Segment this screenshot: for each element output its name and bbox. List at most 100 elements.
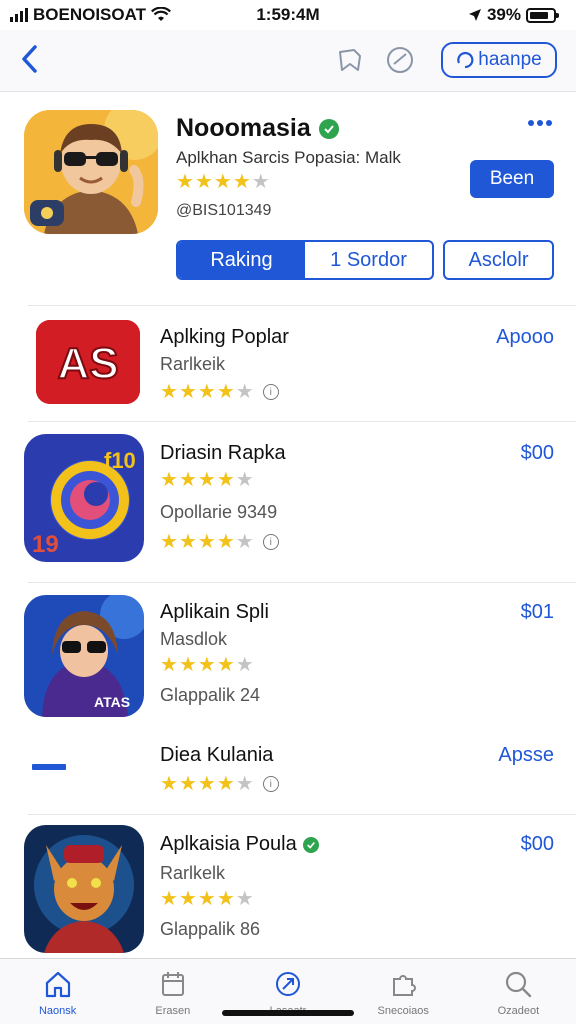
star-icon: ★ — [235, 888, 254, 910]
app-price-button[interactable]: $00 — [521, 442, 554, 465]
dot-icon — [546, 120, 552, 126]
back-button[interactable] — [14, 42, 44, 76]
search-icon — [506, 971, 532, 998]
app-subtitle: Glappalik 24 — [160, 685, 261, 705]
verified-check-icon — [318, 118, 339, 139]
share-button[interactable] — [384, 44, 416, 76]
star-icon: ★ — [216, 469, 235, 491]
get-button[interactable]: Been — [470, 160, 554, 198]
app-category: Rarlkelk — [160, 863, 226, 883]
segment-sort[interactable]: 1 Sordor — [305, 242, 432, 278]
featured-app-title: Nooomasia — [176, 114, 311, 142]
app-rating: ★ ★ ★ ★ ★ — [160, 655, 254, 675]
verified-check-icon — [302, 836, 319, 853]
app-price-button[interactable]: Apooo — [496, 326, 554, 349]
info-icon: i — [262, 776, 279, 792]
battery-percent: 39% — [486, 5, 521, 24]
share-icon — [276, 972, 300, 996]
app-name: Aplking Poplar — [160, 326, 289, 348]
app-rating: ★ ★ ★ ★ ★ i — [160, 382, 279, 402]
blue-ring-icon: f10 19 — [24, 434, 144, 562]
list-item[interactable]: Aplkaisia Poula Rarlkelk ★ ★ ★ ★ ★ Glappalik… — [0, 815, 576, 957]
star-icon: ★ — [216, 773, 235, 795]
app-name: Diea Kulania — [160, 744, 274, 766]
app-icon-mascot — [24, 825, 144, 953]
chevron-left-icon — [22, 45, 37, 73]
star-icon: ★ — [235, 381, 254, 403]
signal-icon — [10, 8, 28, 22]
svg-text:19: 19 — [32, 531, 59, 558]
list-item[interactable]: Diea Kulania ★ ★ ★ ★ ★ i Apsse — [0, 730, 576, 814]
dash-icon — [32, 764, 66, 770]
location-arrow-icon — [468, 9, 481, 21]
star-icon: ★ — [216, 531, 235, 553]
star-icon: ★ — [235, 654, 254, 676]
carrier-label: BOENOISOAT — [33, 5, 147, 24]
featured-app-subtitle: Aplkhan Sarcis Popasia: Malk — [176, 148, 401, 167]
refresh-arc-icon — [457, 51, 474, 69]
list-item[interactable]: AS Aplking Poplar Rarlkeik ★ ★ ★ ★ ★ i Apooo — [0, 306, 576, 420]
app-subtitle: Opollarie 9349 — [160, 502, 278, 522]
header-pill-label: haanpe — [478, 49, 542, 70]
app-rating: ★ ★ ★ ★ ★ i — [160, 774, 279, 794]
app-category: Masdlok — [160, 629, 228, 649]
status-bar: BOENOISOAT 1:59:4M 39% — [0, 0, 576, 30]
app-price-button[interactable]: Apsse — [498, 744, 554, 767]
star-icon: ★ — [216, 381, 235, 403]
app-name: Aplikain Spli — [160, 601, 269, 623]
home-icon — [45, 971, 70, 998]
star-icon: ★ — [160, 531, 178, 553]
star-icon: ★ — [197, 531, 216, 553]
tab-label: Naonsk — [38, 1005, 77, 1017]
featured-app: Nooomasia Aplkhan Sarcis Popasia: Malk ★… — [0, 92, 576, 304]
star-icon: ★ — [235, 531, 254, 553]
featured-app-title-row: Nooomasia — [176, 114, 339, 143]
clock: 1:59:4M — [256, 5, 320, 24]
tab-label: Ozadeot — [497, 1005, 540, 1017]
dot-icon — [528, 120, 534, 126]
wifi-icon — [151, 7, 172, 21]
app-icon-character: ATAS — [24, 595, 144, 717]
featured-app-icon[interactable] — [24, 110, 158, 234]
tab-puzzle[interactable]: Snecoiaos — [346, 959, 461, 1024]
nav-bar: haanpe — [0, 30, 576, 92]
app-price-button[interactable]: $00 — [521, 833, 554, 856]
segment-ranking[interactable]: Raking — [178, 242, 305, 278]
list-item[interactable]: f10 19 Driasin Rapka ★ ★ ★ ★ ★ Opollarie 934… — [0, 422, 576, 582]
star-icon: ★ — [235, 469, 254, 491]
featured-app-rating: ★ ★ ★ ★ ★ — [176, 172, 270, 192]
info-icon: i — [262, 534, 279, 550]
app-name: Driasin Rapka — [160, 442, 286, 464]
star-icon: ★ — [232, 171, 251, 193]
star-icon: ★ — [178, 381, 197, 403]
star-icon: ★ — [160, 469, 178, 491]
info-icon: i — [262, 384, 279, 400]
battery-icon — [526, 7, 559, 23]
more-options-button[interactable] — [528, 116, 554, 130]
svg-text:AS: AS — [57, 339, 118, 388]
dot-icon — [537, 120, 543, 126]
star-icon: ★ — [197, 888, 216, 910]
alt-action-button[interactable]: Asclolr — [443, 240, 554, 280]
svg-text:f10: f10 — [104, 448, 136, 473]
tab-home[interactable]: Naonsk — [0, 959, 115, 1024]
app-price-button[interactable]: $01 — [521, 601, 554, 624]
app-name: Aplkaisia Poula — [160, 833, 297, 855]
app-rating: ★ ★ ★ ★ ★ — [160, 470, 254, 490]
list-item[interactable]: ATAS Aplikain Spli Masdlok ★ ★ ★ ★ ★ Glappal… — [0, 583, 576, 729]
tab-calendar[interactable]: Erasen — [115, 959, 230, 1024]
star-icon: ★ — [160, 888, 178, 910]
star-icon: ★ — [213, 171, 232, 193]
bookmark-button[interactable] — [334, 44, 366, 76]
app-rating-secondary: ★ ★ ★ ★ ★ i — [160, 532, 279, 552]
star-icon: ★ — [160, 654, 178, 676]
star-icon: ★ — [176, 171, 194, 193]
featured-app-id: @BIS101349 — [176, 202, 272, 219]
app-category: Rarlkeik — [160, 354, 226, 374]
tab-label: Snecoiaos — [377, 1005, 429, 1017]
header-pill-button[interactable]: haanpe — [441, 42, 557, 78]
star-icon: ★ — [178, 531, 197, 553]
star-icon: ★ — [251, 171, 270, 193]
tab-search[interactable]: Ozadeot — [461, 959, 576, 1024]
star-icon: ★ — [197, 773, 216, 795]
